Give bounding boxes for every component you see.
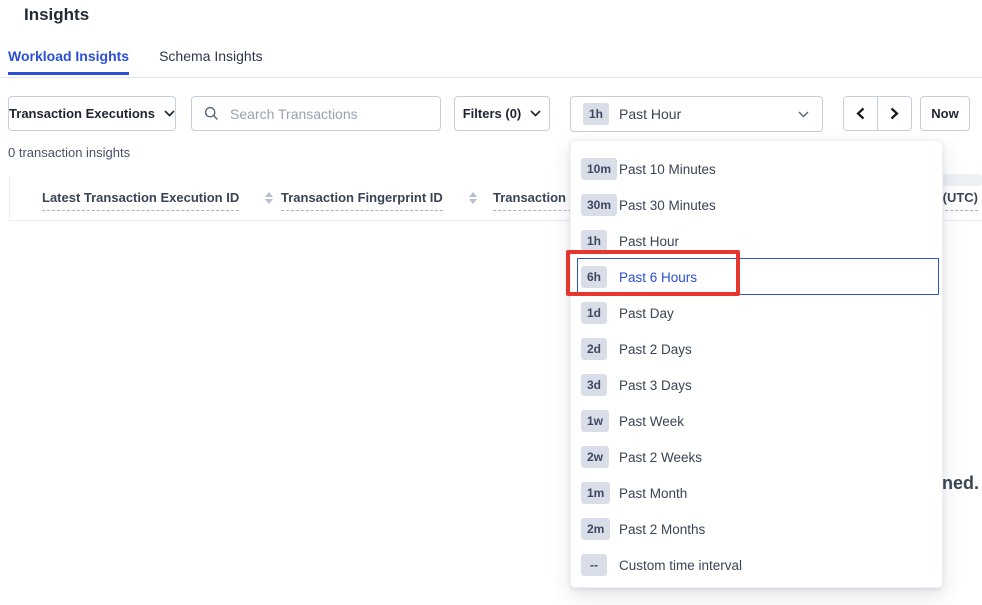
tab-bar: Workload Insights Schema Insights — [8, 48, 263, 75]
time-interval-option-2m[interactable]: 2m Past 2 Months — [571, 511, 942, 547]
interval-badge: 2m — [581, 518, 610, 540]
time-interval-option-6h[interactable]: 6h Past 6 Hours — [571, 259, 942, 295]
interval-badge: -- — [581, 554, 607, 576]
time-interval-option-1w[interactable]: 1w Past Week — [571, 403, 942, 439]
chevron-down-icon — [798, 111, 809, 118]
chevron-right-icon — [890, 107, 899, 120]
table-column-header[interactable]: Latest Transaction Execution ID — [42, 190, 273, 211]
interval-label: Past 30 Minutes — [619, 198, 716, 213]
interval-label: Custom time interval — [619, 558, 742, 573]
interval-badge: 2w — [581, 446, 609, 468]
interval-badge: 3d — [581, 374, 607, 396]
time-interval-label: Past Hour — [619, 106, 681, 122]
filters-button[interactable]: Filters (0) — [454, 96, 550, 131]
tab-label: Schema Insights — [159, 48, 263, 64]
interval-label: Past 2 Days — [619, 342, 692, 357]
horizontal-scrollbar-thumb[interactable] — [938, 174, 982, 186]
chevron-down-icon — [530, 110, 541, 117]
interval-badge: 2d — [581, 338, 607, 360]
interval-badge: 1h — [581, 230, 607, 252]
interval-label: Past 10 Minutes — [619, 162, 716, 177]
time-interval-option-1d[interactable]: 1d Past Day — [571, 295, 942, 331]
view-type-select[interactable]: Transaction Executions — [8, 96, 176, 131]
interval-label: Past Day — [619, 306, 674, 321]
time-interval-option-10m[interactable]: 10m Past 10 Minutes — [571, 151, 942, 187]
time-interval-option-1m[interactable]: 1m Past Month — [571, 475, 942, 511]
filters-label: Filters (0) — [463, 106, 522, 121]
interval-badge: 1m — [581, 482, 610, 504]
time-interval-option-3d[interactable]: 3d Past 3 Days — [571, 367, 942, 403]
time-interval-dropdown: 10m Past 10 Minutes 30m Past 30 Minutes … — [570, 140, 943, 588]
chevron-left-icon — [856, 107, 865, 120]
previous-interval-button[interactable] — [844, 97, 877, 130]
table-column-header[interactable]: Transaction Fingerprint ID — [281, 190, 477, 211]
column-label: Transaction Fingerprint ID — [281, 190, 443, 211]
interval-badge: 6h — [581, 266, 607, 288]
table-left-border — [9, 176, 10, 220]
tab-label: Workload Insights — [8, 48, 129, 64]
interval-label: Past Month — [619, 486, 687, 501]
search-icon — [204, 106, 219, 121]
page-title: Insights — [24, 5, 89, 25]
time-interval-select[interactable]: 1h Past Hour — [570, 96, 823, 132]
column-label: Latest Transaction Execution ID — [42, 190, 239, 211]
sort-icon[interactable] — [265, 192, 273, 204]
now-button[interactable]: Now — [920, 96, 970, 131]
interval-label: Past 2 Weeks — [619, 450, 702, 465]
time-interval-option-2w[interactable]: 2w Past 2 Weeks — [571, 439, 942, 475]
interval-badge: 1w — [581, 410, 609, 432]
view-type-label: Transaction Executions — [9, 106, 155, 121]
tab-workload-insights[interactable]: Workload Insights — [8, 48, 129, 75]
now-label: Now — [931, 106, 958, 121]
interval-label: Past Hour — [619, 234, 679, 249]
tab-schema-insights[interactable]: Schema Insights — [159, 48, 263, 75]
interval-badge: 10m — [581, 158, 617, 180]
chevron-down-icon — [164, 110, 175, 117]
search-box — [191, 96, 441, 131]
interval-label: Past 2 Months — [619, 522, 705, 537]
time-step-buttons — [843, 96, 912, 131]
next-interval-button[interactable] — [877, 97, 911, 130]
interval-badge: 1d — [581, 302, 607, 324]
interval-label: Past 3 Days — [619, 378, 692, 393]
interval-label: Past Week — [619, 414, 684, 429]
time-interval-option-30m[interactable]: 30m Past 30 Minutes — [571, 187, 942, 223]
tab-divider — [0, 77, 982, 78]
time-interval-option-custom[interactable]: -- Custom time interval — [571, 547, 942, 583]
time-interval-option-1h[interactable]: 1h Past Hour — [571, 223, 942, 259]
sort-icon[interactable] — [469, 192, 477, 204]
time-interval-badge: 1h — [583, 103, 609, 125]
time-interval-option-2d[interactable]: 2d Past 2 Days — [571, 331, 942, 367]
interval-badge: 30m — [581, 194, 617, 216]
insights-count: 0 transaction insights — [8, 145, 130, 160]
interval-label: Past 6 Hours — [619, 270, 697, 285]
search-input[interactable] — [228, 105, 440, 123]
